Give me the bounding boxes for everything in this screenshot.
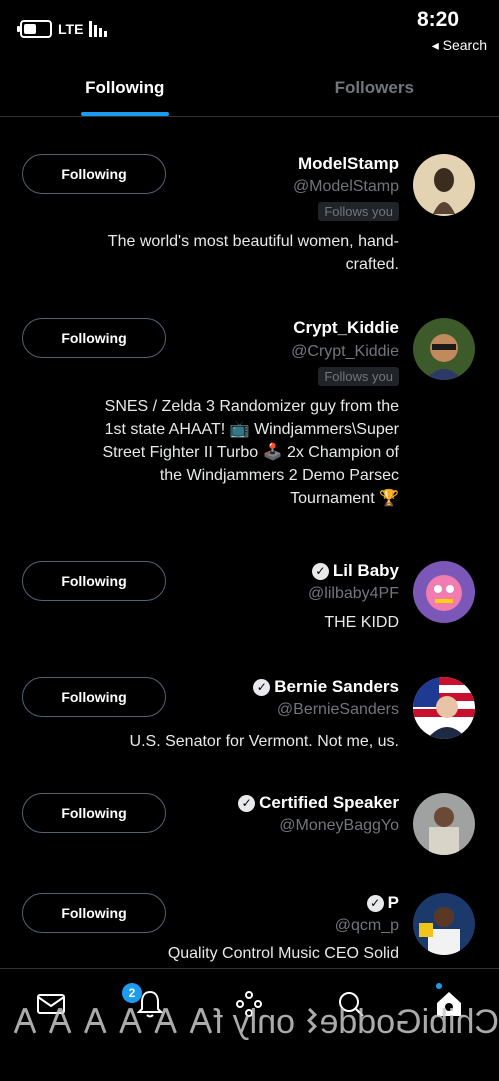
notification-count-badge: 2 <box>122 983 142 1003</box>
user-name-text: P <box>388 893 399 913</box>
list-item[interactable]: Following ✓Lil Baby @lilbaby4PF THE KIDD <box>0 558 499 638</box>
user-name: ✓P <box>367 893 399 913</box>
clock: 8:20 <box>417 8 459 32</box>
follows-you-badge: Follows you <box>318 367 399 386</box>
user-name: ✓Bernie Sanders <box>253 677 399 697</box>
verified-icon: ✓ <box>253 679 270 696</box>
following-button[interactable]: Following <box>22 318 166 358</box>
verified-icon: ✓ <box>238 795 255 812</box>
avatar[interactable] <box>413 677 475 739</box>
list-item[interactable]: Following ModelStamp @ModelStamp Follows… <box>0 150 499 280</box>
user-name-text: Certified Speaker <box>259 793 399 813</box>
following-button[interactable]: Following <box>22 677 166 717</box>
following-button[interactable]: Following <box>22 561 166 601</box>
status-indicators: LTE <box>20 20 107 38</box>
user-bio: Quality Control Music CEO Solid <box>99 942 399 965</box>
verified-icon: ✓ <box>367 895 384 912</box>
user-name-text: Bernie Sanders <box>274 677 399 697</box>
status-bar: LTE 8:20 ◂ Search <box>0 0 499 60</box>
list-item[interactable]: Following Crypt_Kiddie @Crypt_Kiddie Fol… <box>0 315 499 525</box>
user-name: Crypt_Kiddie <box>293 318 399 338</box>
signal-icon <box>89 21 107 37</box>
battery-icon <box>20 20 52 38</box>
user-name-text: Crypt_Kiddie <box>293 318 399 338</box>
avatar[interactable] <box>413 893 475 955</box>
user-name: ✓Certified Speaker <box>238 793 399 813</box>
user-name: ✓Lil Baby <box>312 561 399 581</box>
user-name: ModelStamp <box>298 154 399 174</box>
user-handle: @ModelStamp <box>293 178 399 196</box>
avatar[interactable] <box>413 154 475 216</box>
avatar[interactable] <box>413 793 475 855</box>
avatar[interactable] <box>413 318 475 380</box>
user-bio: U.S. Senator for Vermont. Not me, us. <box>99 730 399 753</box>
follows-you-badge: Follows you <box>318 202 399 221</box>
avatar[interactable] <box>413 561 475 623</box>
user-handle: @BernieSanders <box>277 701 399 719</box>
tab-following[interactable]: Following <box>0 60 250 116</box>
verified-icon: ✓ <box>312 563 329 580</box>
user-name-text: ModelStamp <box>298 154 399 174</box>
list-item[interactable]: Following ✓P @qcm_p Quality Control Musi… <box>0 890 499 968</box>
user-bio: THE KIDD <box>99 611 399 634</box>
following-button[interactable]: Following <box>22 154 166 194</box>
list-item[interactable]: Following ✓Certified Speaker @MoneyBaggY… <box>0 790 499 860</box>
user-bio: SNES / Zelda 3 Randomizer guy from the 1… <box>99 395 399 510</box>
tab-followers[interactable]: Followers <box>250 60 499 116</box>
user-handle: @Crypt_Kiddie <box>291 343 399 361</box>
list-item[interactable]: Following ✓Bernie Sanders @BernieSanders… <box>0 674 499 754</box>
following-button[interactable]: Following <box>22 793 166 833</box>
network-label: LTE <box>58 21 83 37</box>
back-to-search-link[interactable]: ◂ Search <box>432 37 487 54</box>
watermark-overlay: ChibiGodde𐌔 only f𐌀 𐌀 𐌀 𐌀 𐌀 𐌀 <box>0 1002 499 1042</box>
user-handle: @lilbaby4PF <box>308 585 399 603</box>
tab-bar: Following Followers <box>0 60 499 117</box>
following-button[interactable]: Following <box>22 893 166 933</box>
user-handle: @MoneyBaggYo <box>279 817 399 835</box>
user-name-text: Lil Baby <box>333 561 399 581</box>
user-bio: The world's most beautiful women, hand-c… <box>99 230 399 276</box>
user-handle: @qcm_p <box>335 917 399 935</box>
